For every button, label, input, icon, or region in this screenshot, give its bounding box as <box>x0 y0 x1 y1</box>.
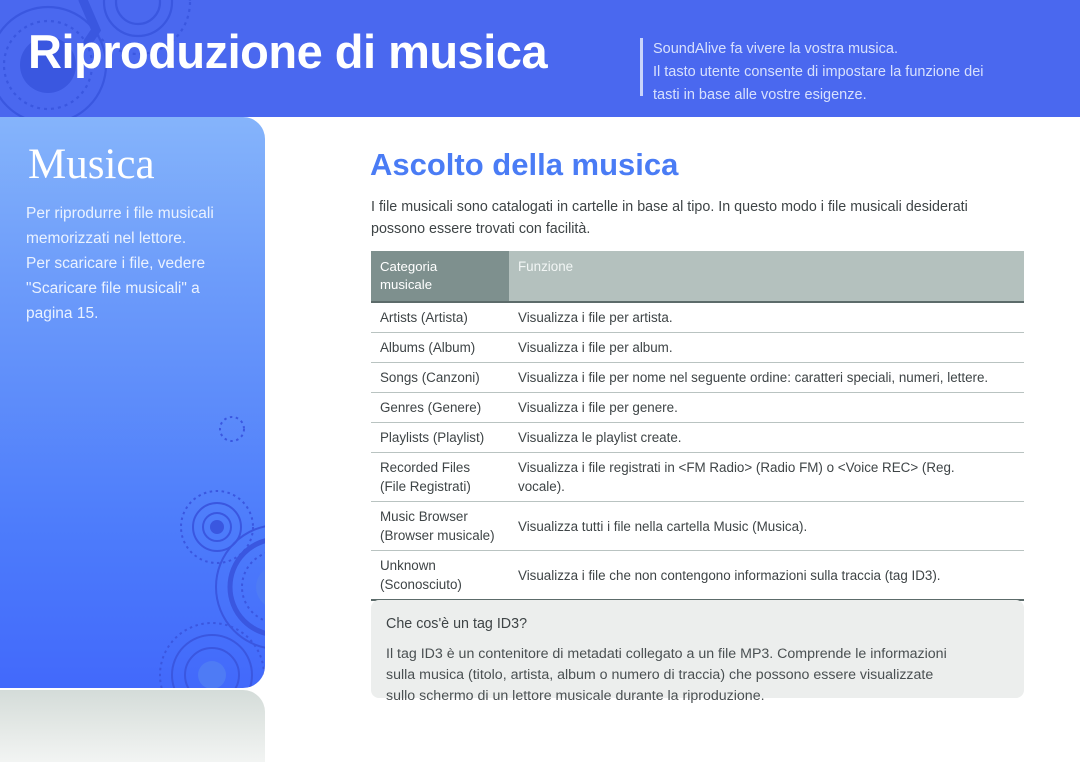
table-cell-function: Visualizza i file per artista. <box>509 302 1024 333</box>
table-cell-category: Recorded Files (File Registrati) <box>371 452 509 502</box>
info-note-box: Che cos'è un tag ID3? Il tag ID3 è un co… <box>371 600 1024 704</box>
footer-grey-block <box>0 690 265 762</box>
category-label: Playlists (Playlist) <box>380 430 485 445</box>
table-header-row: Categoria musicale Funzione <box>371 251 1024 303</box>
function-text: Visualizza i file che non contengono inf… <box>518 567 941 583</box>
category-label: Unknown <box>380 558 436 573</box>
category-label: Genres (Genere) <box>380 400 482 415</box>
category-label: Songs (Canzoni) <box>380 370 480 385</box>
table-cell-function: Visualizza tutti i file nella cartella M… <box>509 501 1024 551</box>
banner-note: SoundAlive fa vivere la vostra musica. I… <box>653 38 1053 107</box>
function-text: Visualizza tutti i file nella cartella M… <box>518 518 808 534</box>
info-note-body-line-1: Il tag ID3 è un contenitore di metadati … <box>386 646 947 662</box>
table-cell-category: Unknown (Sconosciuto) <box>371 550 509 601</box>
table-header-category-line-1: Categoria <box>380 259 438 274</box>
sidebar-description-line-2: memorizzati nel lettore. <box>26 230 187 247</box>
table-header-category-line-2: musicale <box>380 277 433 292</box>
category-label-alt: (Browser musicale) <box>380 528 495 543</box>
manual-page: Riproduzione di musica SoundAlive fa viv… <box>0 0 1080 762</box>
banner-note-line-2: Il tasto utente consente di impostare la… <box>653 64 984 80</box>
table-row: Songs (Canzoni) Visualizza i file per no… <box>371 362 1024 393</box>
info-note-title: Che cos'è un tag ID3? <box>386 616 528 632</box>
section-intro-line-2: possono essere trovati con facilità. <box>371 221 591 237</box>
page-banner: Riproduzione di musica SoundAlive fa viv… <box>0 0 1080 117</box>
table-cell-category: Genres (Genere) <box>371 392 509 423</box>
table-body: Artists (Artista) Visualizza i file per … <box>371 302 1024 601</box>
table-row: Artists (Artista) Visualizza i file per … <box>371 302 1024 333</box>
sidebar-description: Per riprodurre i file musicali memorizza… <box>26 201 256 326</box>
table-header-category: Categoria musicale <box>371 251 509 303</box>
info-note-body-line-2: sulla musica (titolo, artista, album o n… <box>386 667 934 683</box>
category-label-alt: (File Registrati) <box>380 479 471 494</box>
function-text: Visualizza i file per album. <box>518 340 673 355</box>
table-cell-category: Artists (Artista) <box>371 302 509 333</box>
category-label: Artists (Artista) <box>380 310 468 325</box>
table-cell-function: Visualizza i file che non contengono inf… <box>509 550 1024 601</box>
function-text: Visualizza le playlist create. <box>518 430 682 445</box>
music-category-table: Categoria musicale Funzione Artists (Art… <box>371 251 1024 601</box>
table-row: Music Browser (Browser musicale) Visuali… <box>371 501 1024 551</box>
sidebar-decorative-circles <box>159 416 265 688</box>
table-cell-function: Visualizza le playlist create. <box>509 422 1024 453</box>
section-intro-line-1: I file musicali sono catalogati in carte… <box>371 199 968 215</box>
sidebar-description-line-3: Per scaricare i file, vedere <box>26 255 206 272</box>
table-row: Albums (Album) Visualizza i file per alb… <box>371 332 1024 363</box>
table-cell-category: Songs (Canzoni) <box>371 362 509 393</box>
category-label: Albums (Album) <box>380 340 476 355</box>
category-label: Music Browser <box>380 509 468 524</box>
table-row: Playlists (Playlist) Visualizza le playl… <box>371 422 1024 453</box>
function-text: Visualizza i file per genere. <box>518 400 678 415</box>
table-cell-function: Visualizza i file per genere. <box>509 392 1024 423</box>
banner-accent-rule <box>640 38 643 96</box>
sidebar-description-line-5: pagina 15. <box>26 305 99 322</box>
page-title: Riproduzione di musica <box>28 25 548 78</box>
info-note-body-line-3: sullo schermo di un lettore musicale dur… <box>386 688 765 704</box>
table-row: Unknown (Sconosciuto) Visualizza i file … <box>371 550 1024 601</box>
function-text: Visualizza i file per artista. <box>518 310 673 325</box>
main-content: Ascolto della musica I file musicali son… <box>265 117 1080 762</box>
info-note-body: Il tag ID3 è un contenitore di metadati … <box>386 644 1011 707</box>
table-cell-function: Visualizza i file per nome nel seguente … <box>509 362 1024 393</box>
table-row: Genres (Genere) Visualizza i file per ge… <box>371 392 1024 423</box>
function-text-cont: vocale). <box>518 479 565 494</box>
function-text: Visualizza i file per nome nel seguente … <box>518 370 989 385</box>
table-cell-function: Visualizza i file per album. <box>509 332 1024 363</box>
sidebar-description-line-4: "Scaricare file musicali" a <box>26 280 200 297</box>
table-header-function: Funzione <box>509 251 1024 303</box>
banner-note-line-3: tasti in base alle vostre esigenze. <box>653 87 867 103</box>
category-label: Recorded Files <box>380 460 471 475</box>
banner-note-line-1: SoundAlive fa vivere la vostra musica. <box>653 41 898 57</box>
category-label-alt: (Sconosciuto) <box>380 577 462 592</box>
sidebar-panel: Musica Per riprodurre i file musicali me… <box>0 117 265 688</box>
table-cell-function: Visualizza i file registrati in <FM Radi… <box>509 452 1024 502</box>
table-cell-category: Music Browser (Browser musicale) <box>371 501 509 551</box>
sidebar-title: Musica <box>28 141 155 188</box>
table-cell-category: Playlists (Playlist) <box>371 422 509 453</box>
table-row: Recorded Files (File Registrati) Visuali… <box>371 452 1024 502</box>
sidebar-description-line-1: Per riprodurre i file musicali <box>26 205 214 222</box>
section-intro: I file musicali sono catalogati in carte… <box>371 196 1031 240</box>
table-cell-category: Albums (Album) <box>371 332 509 363</box>
section-heading: Ascolto della musica <box>370 147 679 182</box>
function-text: Visualizza i file registrati in <FM Radi… <box>518 460 955 475</box>
